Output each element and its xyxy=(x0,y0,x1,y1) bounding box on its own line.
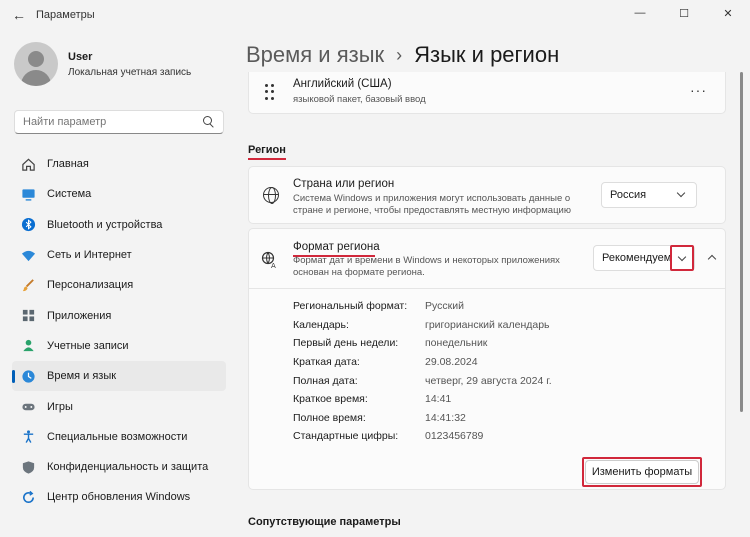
highlight-underline xyxy=(248,158,286,160)
window-controls: — ☐ ✕ xyxy=(618,0,750,26)
country-value: Россия xyxy=(610,189,647,201)
sidebar-item-time-language[interactable]: Время и язык xyxy=(12,361,226,392)
sidebar-item-label: Система xyxy=(47,188,92,201)
search-icon[interactable] xyxy=(203,116,215,128)
sidebar-item-label: Bluetooth и устройства xyxy=(47,218,163,231)
title-bar: ← Параметры — ☐ ✕ xyxy=(0,0,750,30)
country-select[interactable]: Россия xyxy=(601,182,697,208)
svg-text:A: A xyxy=(271,262,276,269)
language-detail: языковой пакет, базовый ввод xyxy=(293,94,426,105)
sidebar-item-accessibility[interactable]: Специальные возможности xyxy=(12,422,226,452)
brush-icon xyxy=(20,277,36,293)
user-profile[interactable]: User Локальная учетная запись xyxy=(14,42,191,86)
related-settings-title: Сопутствующие параметры xyxy=(248,516,401,528)
format-row: Стандартные цифры: 0123456789 xyxy=(293,430,484,443)
sidebar-item-label: Время и язык xyxy=(47,370,117,383)
format-row: Краткое время: 14:41 xyxy=(293,393,452,406)
region-format-description: Формат дат и времени в Windows и некотор… xyxy=(293,255,560,278)
wifi-icon xyxy=(20,247,36,263)
app-title: Параметры xyxy=(36,9,95,21)
minimize-icon[interactable]: — xyxy=(618,0,662,26)
sidebar-item-network[interactable]: Сеть и Интернет xyxy=(12,240,226,270)
region-section-title: Регион xyxy=(248,144,286,156)
region-format-title: Формат региона xyxy=(293,241,380,253)
page-title: Язык и регион xyxy=(414,42,560,67)
sidebar-item-label: Специальные возможности xyxy=(47,430,188,443)
sidebar-item-label: Центр обновления Windows xyxy=(47,491,191,504)
format-row: Первый день недели: понедельник xyxy=(293,337,488,350)
region-format-header[interactable]: A Формат региона Формат дат и времени в … xyxy=(249,229,725,289)
maximize-icon[interactable]: ☐ xyxy=(662,0,706,26)
sidebar-item-apps[interactable]: Приложения xyxy=(12,300,226,330)
language-name: Английский (США) xyxy=(293,78,392,90)
format-row: Полное время: 14:41:32 xyxy=(293,411,466,424)
back-arrow-icon[interactable]: ← xyxy=(4,0,34,30)
sidebar-item-label: Игры xyxy=(47,400,73,413)
format-row: Краткая дата: 29.08.2024 xyxy=(293,356,478,369)
sidebar-item-privacy[interactable]: Конфиденциальность и защита xyxy=(12,452,226,482)
more-options-icon[interactable]: ··· xyxy=(690,82,707,98)
sidebar-item-accounts[interactable]: Учетные записи xyxy=(12,331,226,361)
search-input[interactable] xyxy=(23,116,203,128)
sidebar-nav: Главная Система Bluetooth и устройства С… xyxy=(12,149,226,513)
scrollbar[interactable] xyxy=(740,72,743,412)
sidebar-item-label: Учетные записи xyxy=(47,339,129,352)
close-icon[interactable]: ✕ xyxy=(706,0,750,26)
bluetooth-icon xyxy=(20,217,36,233)
region-format-icon: A xyxy=(261,251,279,270)
sidebar-item-windows-update[interactable]: Центр обновления Windows xyxy=(12,482,226,512)
home-icon xyxy=(20,156,36,172)
region-format-details: Региональный формат: Русский Календарь: гр… xyxy=(293,297,552,446)
chevron-up-icon[interactable] xyxy=(707,254,717,264)
sidebar-item-label: Приложения xyxy=(47,309,112,322)
time-language-icon xyxy=(20,368,36,384)
search-box[interactable] xyxy=(14,110,224,134)
sidebar-item-bluetooth[interactable]: Bluetooth и устройства xyxy=(12,210,226,240)
gaming-icon xyxy=(20,399,36,415)
sidebar-item-label: Персонализация xyxy=(47,279,134,292)
accounts-icon xyxy=(20,338,36,354)
drag-handle-icon[interactable] xyxy=(265,84,275,100)
sidebar-item-personalization[interactable]: Персонализация xyxy=(12,270,226,300)
region-format-card: A Формат региона Формат дат и времени в … xyxy=(248,228,726,490)
sidebar-item-label: Сеть и Интернет xyxy=(47,249,132,262)
sidebar-item-label: Главная xyxy=(47,158,89,171)
country-region-card: Страна или регион Система Windows и прил… xyxy=(248,166,726,224)
chevron-down-icon xyxy=(677,252,687,262)
profile-name: User xyxy=(68,50,93,63)
shield-icon xyxy=(20,459,36,475)
format-row: Полная дата: четверг, 29 августа 2024 г. xyxy=(293,374,552,387)
breadcrumb: Время и язык › Язык и регион xyxy=(246,42,559,68)
breadcrumb-parent[interactable]: Время и язык xyxy=(246,42,384,68)
format-row: Региональный формат: Русский xyxy=(293,300,464,313)
system-icon xyxy=(20,186,36,202)
dropdown-highlight-box[interactable] xyxy=(670,245,694,271)
globe-icon xyxy=(263,187,279,204)
profile-account-type: Локальная учетная запись xyxy=(68,66,192,78)
sidebar-item-gaming[interactable]: Игры xyxy=(12,391,226,421)
update-icon xyxy=(20,489,36,505)
chevron-right-icon: › xyxy=(396,44,403,65)
sidebar-item-label: Конфиденциальность и защита xyxy=(47,461,209,474)
country-title: Страна или регион xyxy=(293,178,395,190)
apps-icon xyxy=(20,308,36,324)
button-highlight-box xyxy=(582,457,702,487)
sidebar-item-system[interactable]: Система xyxy=(12,179,226,209)
region-format-value: Рекомендуем xyxy=(602,252,672,264)
accessibility-icon xyxy=(20,429,36,445)
sidebar-item-home[interactable]: Главная xyxy=(12,149,226,179)
country-description: Система Windows и приложения могут испол… xyxy=(293,193,571,216)
avatar xyxy=(14,42,58,86)
language-pack-card[interactable]: Английский (США) языковой пакет, базовый… xyxy=(248,72,726,114)
chevron-down-icon xyxy=(676,188,686,198)
format-row: Календарь: григорианский календарь xyxy=(293,318,550,331)
